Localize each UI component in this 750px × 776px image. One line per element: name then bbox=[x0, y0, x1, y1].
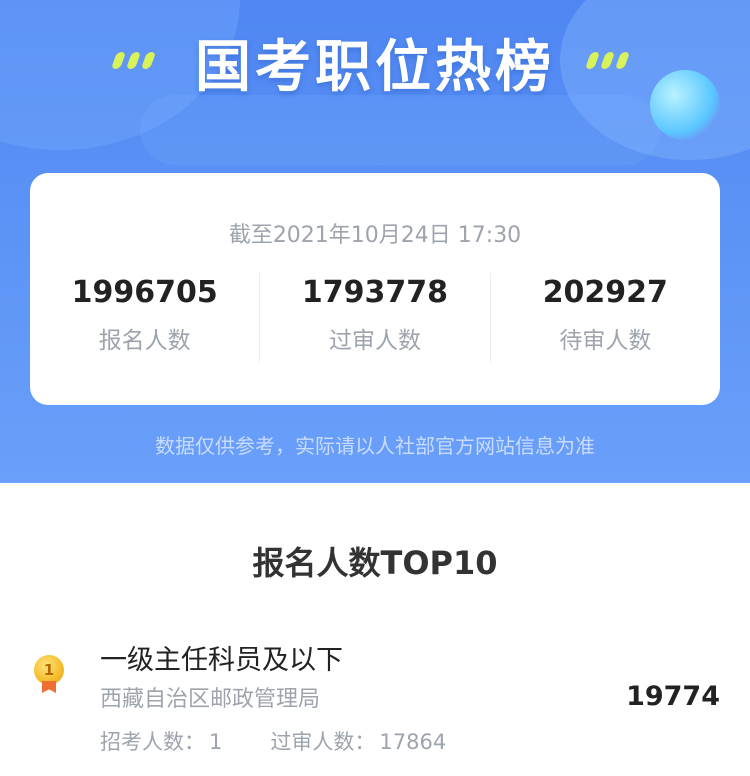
ranking-section: 报名人数TOP10 1 一级主任科员及以下 西藏自治区邮政管理局 招考人数： 1 … bbox=[0, 483, 750, 776]
section-title: 报名人数TOP10 bbox=[252, 544, 498, 582]
approved-label: 过审人数： bbox=[270, 730, 376, 754]
rank-number: 1 bbox=[34, 655, 64, 685]
applicant-count: 19774 bbox=[626, 681, 720, 712]
stats-row: 1996705 报名人数 1793778 过审人数 202927 待审人数 bbox=[30, 273, 720, 363]
stat-value: 1996705 bbox=[71, 275, 218, 310]
recruit-count: 1 bbox=[209, 730, 223, 754]
decor-blob bbox=[140, 95, 660, 165]
stat-label: 报名人数 bbox=[98, 328, 191, 354]
recruit-label: 招考人数： bbox=[100, 730, 205, 754]
disclaimer: 数据仅供参考，实际请以人社部官方网站信息为准 bbox=[155, 434, 595, 458]
recruit-info: 招考人数： 1 bbox=[100, 726, 222, 756]
page-title: 国考职位热榜 bbox=[195, 35, 555, 100]
approved-count: 17864 bbox=[379, 730, 447, 754]
stat-pending: 202927 待审人数 bbox=[489, 273, 720, 363]
organization-name: 西藏自治区邮政管理局 bbox=[100, 687, 321, 712]
hero-banner: 国考职位热榜 截至2021年10月24日 17:30 1996705 报名人数 … bbox=[0, 0, 750, 483]
stat-approved: 1793778 过审人数 bbox=[259, 273, 489, 363]
stat-value: 1793778 bbox=[301, 275, 449, 310]
summary-card: 截至2021年10月24日 17:30 1996705 报名人数 1793778… bbox=[30, 173, 720, 405]
ribbon-icon bbox=[42, 681, 56, 693]
medal-icon: 1 bbox=[34, 655, 64, 695]
stat-label: 过审人数 bbox=[328, 328, 421, 354]
position-meta: 招考人数： 1 过审人数： 17864 bbox=[100, 726, 446, 756]
position-title: 一级主任科员及以下 bbox=[100, 645, 343, 676]
approved-info: 过审人数： 17864 bbox=[270, 726, 446, 756]
timestamp: 截至2021年10月24日 17:30 bbox=[228, 223, 522, 248]
stat-applicants: 1996705 报名人数 bbox=[30, 273, 259, 363]
stat-label: 待审人数 bbox=[559, 328, 652, 354]
stat-value: 202927 bbox=[542, 275, 668, 310]
